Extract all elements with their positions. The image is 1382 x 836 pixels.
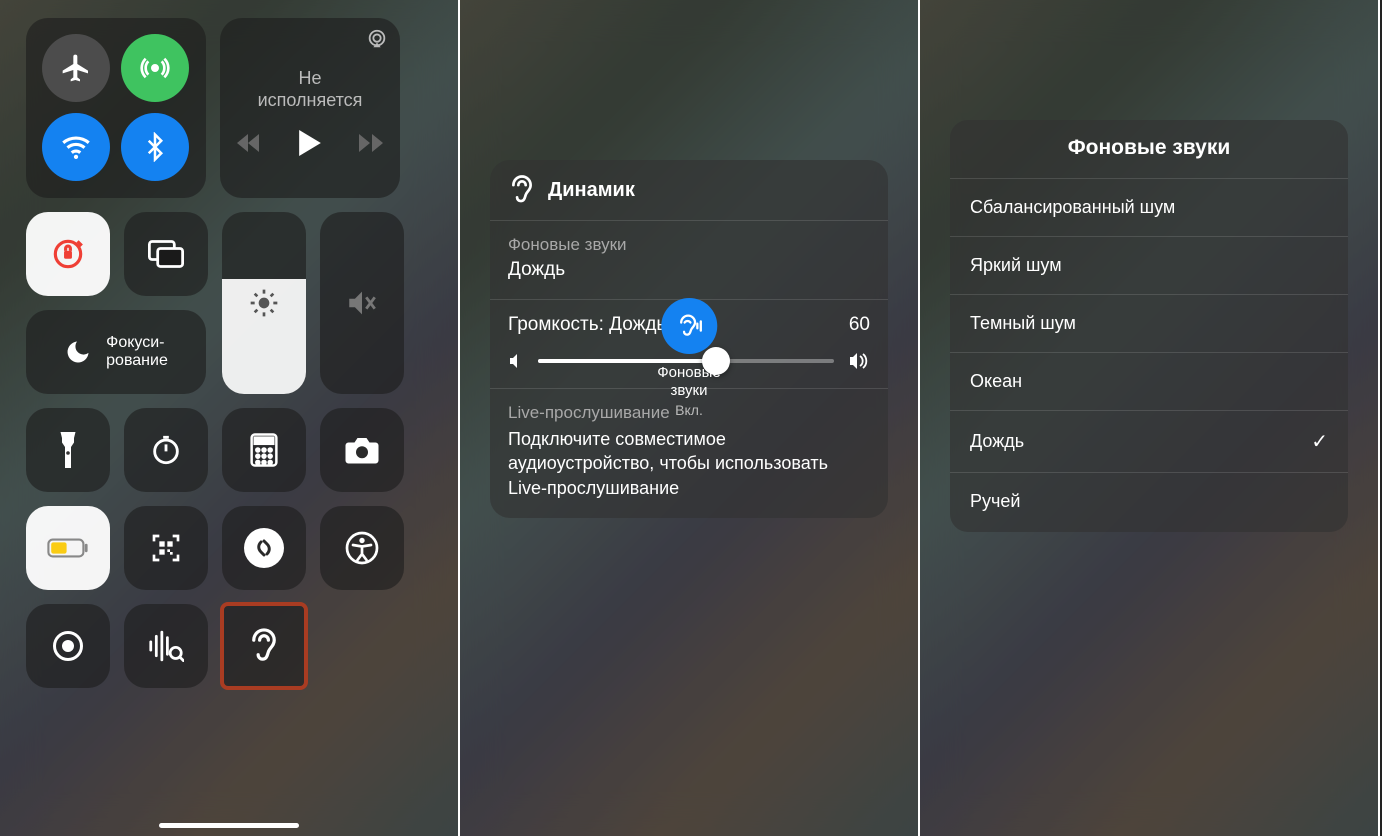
- calculator-icon: [250, 433, 278, 467]
- sounds-list-title: Фоновые звуки: [950, 136, 1348, 178]
- sounds-list-screen: Фоновые звуки Сбалансированный шум Яркий …: [920, 0, 1380, 836]
- accessibility-icon: [344, 530, 380, 566]
- calculator-button[interactable]: [222, 408, 306, 492]
- flashlight-icon: [57, 432, 79, 468]
- home-indicator[interactable]: [159, 823, 299, 828]
- back-icon: [237, 134, 261, 152]
- airplane-mode-button[interactable]: [42, 34, 110, 102]
- brightness-slider[interactable]: [222, 212, 306, 394]
- media-back-button[interactable]: [237, 134, 261, 152]
- record-icon: [50, 628, 86, 664]
- focus-button[interactable]: Фокуси- рование: [26, 310, 206, 394]
- control-center-screen: Не исполняется: [0, 0, 460, 836]
- sound-option-label: Яркий шум: [970, 255, 1062, 276]
- sound-option-label: Сбалансированный шум: [970, 197, 1175, 218]
- cellular-button[interactable]: [121, 34, 189, 102]
- shazam-button[interactable]: [222, 506, 306, 590]
- sound-option[interactable]: Океан: [950, 352, 1348, 410]
- sound-option[interactable]: Дождь ✓: [950, 410, 1348, 472]
- checkmark-icon: ✓: [1311, 429, 1328, 454]
- volume-label: Громкость: Дождь: [508, 314, 666, 336]
- camera-icon: [344, 435, 380, 465]
- rotation-lock-icon: [49, 235, 87, 273]
- connectivity-tile[interactable]: [26, 18, 206, 198]
- volume-slider[interactable]: [320, 212, 404, 394]
- hearing-panel-title: Динамик: [548, 179, 635, 202]
- sound-recognition-button[interactable]: [124, 604, 208, 688]
- focus-label: Фокуси- рование: [106, 334, 168, 371]
- media-play-button[interactable]: [299, 130, 321, 156]
- camera-button[interactable]: [320, 408, 404, 492]
- low-power-icon: [47, 537, 89, 559]
- sound-option-label: Океан: [970, 371, 1022, 392]
- volume-value: 60: [849, 314, 870, 336]
- hearing-icon: [247, 627, 281, 665]
- timer-icon: [149, 433, 183, 467]
- hearing-waves-icon: [674, 311, 704, 341]
- background-sounds-toggle-label: Фоновые звуки: [657, 364, 720, 400]
- hearing-icon: [508, 174, 536, 206]
- qr-scanner-button[interactable]: [124, 506, 208, 590]
- volume-high-icon: [848, 352, 870, 370]
- sound-recognition-icon: [148, 630, 184, 662]
- screen-mirror-icon: [148, 239, 184, 269]
- screen-record-button[interactable]: [26, 604, 110, 688]
- airplane-icon: [60, 52, 92, 84]
- background-sounds-label: Фоновые звуки: [508, 235, 870, 255]
- media-tile[interactable]: Не исполняется: [220, 18, 400, 198]
- bluetooth-button[interactable]: [121, 113, 189, 181]
- timer-button[interactable]: [124, 408, 208, 492]
- sound-option-label: Дождь: [970, 431, 1024, 452]
- sound-option[interactable]: Темный шум: [950, 294, 1348, 352]
- sound-option[interactable]: Сбалансированный шум: [950, 178, 1348, 236]
- hearing-panel-screen: Динамик Фоновые звуки Дождь Громкость: Д…: [460, 0, 920, 836]
- shazam-icon: [252, 536, 276, 560]
- sound-option[interactable]: Яркий шум: [950, 236, 1348, 294]
- cellular-icon: [139, 52, 171, 84]
- background-sounds-value: Дождь: [508, 259, 870, 281]
- wifi-button[interactable]: [42, 113, 110, 181]
- play-icon: [299, 130, 321, 156]
- moon-icon: [64, 338, 92, 366]
- bluetooth-icon: [140, 132, 170, 162]
- sound-option-label: Ручей: [970, 491, 1020, 512]
- background-sounds-toggle[interactable]: Фоновые звуки Вкл.: [657, 298, 720, 418]
- flashlight-button[interactable]: [26, 408, 110, 492]
- qr-icon: [150, 532, 182, 564]
- hearing-button[interactable]: [222, 604, 306, 688]
- sound-option-label: Темный шум: [970, 313, 1076, 334]
- hearing-panel-header: Динамик: [490, 160, 888, 221]
- accessibility-button[interactable]: [320, 506, 404, 590]
- airplay-icon[interactable]: [366, 28, 388, 50]
- volume-low-icon: [508, 353, 524, 369]
- low-power-button[interactable]: [26, 506, 110, 590]
- sound-option[interactable]: Ручей: [950, 472, 1348, 530]
- background-sounds-toggle-status: Вкл.: [657, 402, 720, 418]
- media-title: Не исполняется: [258, 67, 363, 112]
- wifi-icon: [59, 130, 93, 164]
- sun-icon: [248, 287, 280, 319]
- live-listen-body: Подключите совместимое аудиоустройство, …: [508, 427, 870, 500]
- background-sounds-section[interactable]: Фоновые звуки Дождь: [490, 221, 888, 300]
- forward-icon: [359, 134, 383, 152]
- rotation-lock-button[interactable]: [26, 212, 110, 296]
- sounds-list-panel: Фоновые звуки Сбалансированный шум Яркий …: [950, 120, 1348, 532]
- mute-icon: [345, 286, 379, 320]
- screen-mirror-button[interactable]: [124, 212, 208, 296]
- media-forward-button[interactable]: [359, 134, 383, 152]
